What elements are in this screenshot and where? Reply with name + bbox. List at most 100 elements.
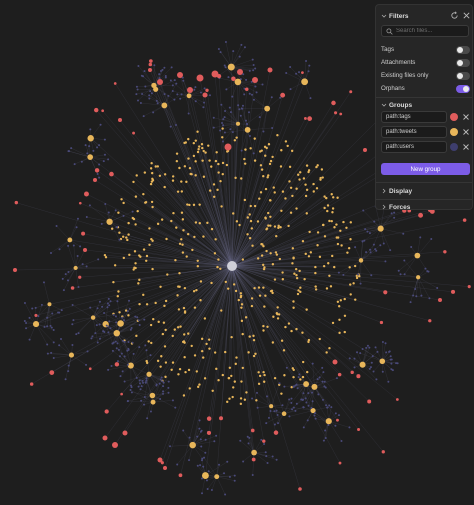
graph-node[interactable] <box>264 154 267 157</box>
graph-node[interactable] <box>49 324 52 327</box>
graph-node[interactable] <box>289 66 292 69</box>
graph-node[interactable] <box>291 194 294 198</box>
graph-node[interactable] <box>331 100 336 106</box>
graph-node[interactable] <box>132 268 135 271</box>
graph-node[interactable] <box>228 475 231 478</box>
graph-node[interactable] <box>84 144 87 147</box>
graph-node[interactable] <box>46 343 49 346</box>
graph-node[interactable] <box>254 67 257 70</box>
graph-node[interactable] <box>28 338 31 341</box>
graph-node[interactable] <box>227 76 230 79</box>
graph-node[interactable] <box>113 329 120 337</box>
graph-node[interactable] <box>363 239 366 242</box>
graph-node[interactable] <box>403 259 406 262</box>
graph-node[interactable] <box>199 438 202 441</box>
graph-node[interactable] <box>292 257 295 260</box>
graph-node[interactable] <box>273 423 276 426</box>
graph-node[interactable] <box>29 382 34 386</box>
graph-node[interactable] <box>368 367 371 370</box>
graph-node[interactable] <box>322 223 325 227</box>
graph-node[interactable] <box>80 160 83 163</box>
graph-node[interactable] <box>138 278 141 282</box>
graph-node[interactable] <box>218 463 221 466</box>
graph-node[interactable] <box>246 216 249 219</box>
graph-node[interactable] <box>138 382 141 385</box>
graph-node[interactable] <box>132 180 135 184</box>
graph-node[interactable] <box>206 430 212 435</box>
graph-node[interactable] <box>271 263 275 266</box>
graph-node[interactable] <box>372 243 375 246</box>
graph-node[interactable] <box>103 312 106 315</box>
graph-node[interactable] <box>387 380 390 383</box>
graph-node[interactable] <box>256 257 260 260</box>
display-section-header[interactable]: Display <box>376 185 472 197</box>
graph-node[interactable] <box>295 187 298 190</box>
graph-node[interactable] <box>143 395 146 398</box>
graph-node[interactable] <box>200 143 204 146</box>
graph-node[interactable] <box>207 470 210 473</box>
graph-node[interactable] <box>116 300 119 303</box>
graph-node[interactable] <box>163 66 166 69</box>
graph-node[interactable] <box>171 179 175 182</box>
graph-node[interactable] <box>60 309 63 312</box>
graph-node[interactable] <box>193 88 196 91</box>
graph-node[interactable] <box>164 76 167 79</box>
graph-node[interactable] <box>117 348 120 351</box>
graph-node[interactable] <box>79 245 82 248</box>
graph-node[interactable] <box>212 126 215 129</box>
graph-node[interactable] <box>148 62 153 67</box>
graph-node[interactable] <box>311 383 318 390</box>
graph-node[interactable] <box>88 204 91 207</box>
graph-node[interactable] <box>239 292 243 295</box>
graph-node[interactable] <box>389 355 392 358</box>
graph-node[interactable] <box>245 78 248 81</box>
graph-node[interactable] <box>175 82 178 85</box>
graph-node[interactable] <box>235 220 239 223</box>
graph-node[interactable] <box>143 70 146 73</box>
graph-node[interactable] <box>342 220 345 224</box>
graph-node[interactable] <box>314 285 317 288</box>
graph-node[interactable] <box>305 212 308 215</box>
graph-node[interactable] <box>304 252 307 256</box>
graph-node[interactable] <box>179 325 182 328</box>
graph-node[interactable] <box>320 168 324 171</box>
graph-node[interactable] <box>122 214 125 217</box>
graph-node[interactable] <box>322 371 325 374</box>
graph-node[interactable] <box>135 93 138 96</box>
graph-node[interactable] <box>260 168 264 171</box>
graph-node[interactable] <box>231 95 234 98</box>
graph-node[interactable] <box>107 158 110 161</box>
graph-node[interactable] <box>279 96 282 99</box>
graph-node[interactable] <box>328 219 331 223</box>
graph-node[interactable] <box>178 367 182 371</box>
graph-node[interactable] <box>196 265 200 268</box>
graph-node[interactable] <box>369 366 372 369</box>
graph-node[interactable] <box>249 204 252 208</box>
graph-node[interactable] <box>297 173 300 176</box>
graph-node[interactable] <box>52 329 55 332</box>
graph-node[interactable] <box>195 370 198 373</box>
graph-node[interactable] <box>235 136 238 139</box>
graph-node[interactable] <box>198 427 201 430</box>
graph-node[interactable] <box>318 376 321 379</box>
graph-node[interactable] <box>307 404 310 407</box>
graph-node[interactable] <box>284 197 287 200</box>
graph-node[interactable] <box>151 267 154 271</box>
graph-node[interactable] <box>420 294 423 297</box>
graph-node[interactable] <box>247 111 250 114</box>
graph-node[interactable] <box>96 172 99 175</box>
graph-node[interactable] <box>221 136 224 139</box>
graph-node[interactable] <box>345 226 348 229</box>
graph-node[interactable] <box>231 131 234 134</box>
graph-node[interactable] <box>23 320 26 323</box>
graph-node[interactable] <box>240 43 243 46</box>
graph-node[interactable] <box>283 385 286 388</box>
graph-node-active[interactable] <box>227 261 237 271</box>
graph-node[interactable] <box>334 424 337 427</box>
graph-node[interactable] <box>130 386 133 389</box>
graph-node[interactable] <box>156 165 160 168</box>
graph-node[interactable] <box>160 218 164 221</box>
graph-node[interactable] <box>126 310 129 313</box>
graph-node[interactable] <box>260 242 263 246</box>
graph-node[interactable] <box>176 326 180 329</box>
